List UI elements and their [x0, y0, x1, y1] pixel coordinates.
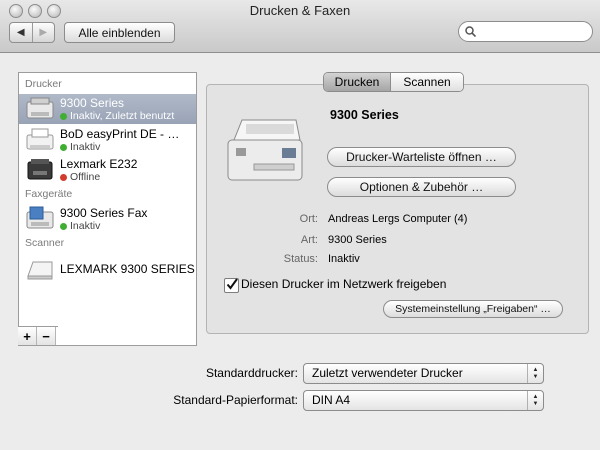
- list-item-lexmark-9300-series[interactable]: LEXMARK 9300 SERIES: [19, 254, 196, 284]
- selected-printer-name: 9300 Series: [330, 108, 399, 122]
- item-name: LEXMARK 9300 SERIES: [60, 262, 195, 276]
- remove-printer-button[interactable]: −: [37, 327, 56, 345]
- status-dot: [60, 173, 67, 181]
- item-name: Lexmark E232: [60, 157, 138, 171]
- popup-arrows-icon: ▲ ▼: [527, 364, 543, 383]
- section-header-printers: Drucker: [25, 78, 62, 90]
- printer-list: Drucker 9300 Series Inaktiv, Zuletzt ben…: [18, 72, 197, 346]
- share-printer-label[interactable]: Diesen Drucker im Netzwerk freigeben: [241, 277, 446, 291]
- tab-scan[interactable]: Scannen: [391, 73, 463, 91]
- open-print-queue-button[interactable]: Drucker-Warteliste öffnen …: [327, 147, 516, 167]
- location-label: Ort:: [299, 213, 318, 225]
- multifunction-printer-icon: [26, 97, 54, 119]
- laser-printer-icon: [27, 159, 53, 180]
- default-paper-popup[interactable]: DIN A4 ▲ ▼: [303, 390, 544, 411]
- default-printer-popup[interactable]: Zuletzt verwendeter Drucker ▲ ▼: [303, 363, 544, 384]
- back-button[interactable]: ◀: [10, 23, 33, 42]
- search-field[interactable]: [458, 21, 593, 42]
- status-dot: [60, 112, 67, 120]
- item-status: Inaktiv, Zuletzt benutzt: [60, 110, 174, 122]
- item-status-text: Inaktiv, Zuletzt benutzt: [70, 110, 175, 122]
- item-status-text: Offline: [70, 171, 101, 183]
- pdf-printer-icon: [26, 128, 54, 150]
- navigation-group: ◀ ▶: [9, 22, 55, 43]
- list-item-lexmark-e232[interactable]: Lexmark E232 Offline: [19, 155, 196, 185]
- printer-image: [227, 119, 303, 181]
- item-name: 9300 Series Fax: [60, 206, 148, 220]
- print-scan-tabs: Drucken Scannen: [323, 72, 464, 92]
- item-status: Inaktiv: [60, 220, 100, 232]
- status-dot: [60, 143, 67, 151]
- default-paper-value: DIN A4: [312, 393, 351, 407]
- show-all-button[interactable]: Alle einblenden: [64, 22, 175, 43]
- list-item-9300-series-fax[interactable]: 9300 Series Fax Inaktiv: [19, 204, 196, 234]
- add-printer-button[interactable]: +: [18, 327, 37, 345]
- status-dot: [60, 222, 67, 230]
- item-name: 9300 Series: [60, 96, 125, 110]
- forward-button[interactable]: ▶: [33, 23, 55, 42]
- tab-print[interactable]: Drucken: [324, 73, 391, 91]
- section-header-fax: Faxgeräte: [25, 188, 73, 200]
- list-footer: + −: [18, 326, 58, 345]
- window-title: Drucken & Faxen: [249, 3, 351, 18]
- default-printer-label: Standarddrucker:: [205, 366, 298, 380]
- status-value: Inaktiv: [328, 253, 360, 265]
- item-status-text: Inaktiv: [70, 220, 101, 232]
- options-supplies-button[interactable]: Optionen & Zubehör …: [327, 177, 516, 197]
- item-status: Offline: [60, 171, 100, 183]
- item-status: Inaktiv: [60, 141, 100, 153]
- item-status-text: Inaktiv: [70, 141, 101, 153]
- scanner-icon: [27, 261, 53, 280]
- default-paper-label: Standard-Papierformat:: [173, 393, 298, 407]
- kind-value: 9300 Series: [328, 234, 387, 246]
- popup-arrows-icon: ▲ ▼: [527, 391, 543, 410]
- list-item-9300-series[interactable]: 9300 Series Inaktiv, Zuletzt benutzt: [19, 94, 196, 124]
- default-printer-value: Zuletzt verwendeter Drucker: [312, 366, 463, 380]
- search-icon: [465, 26, 476, 37]
- location-value: Andreas Lergs Computer (4): [328, 213, 468, 225]
- checkmark-icon: [226, 278, 238, 290]
- item-name: BoD easyPrint DE - …: [60, 127, 180, 141]
- kind-label: Art:: [300, 234, 318, 246]
- fax-icon: [26, 206, 54, 229]
- section-header-scanner: Scanner: [25, 237, 65, 249]
- status-label: Status:: [283, 253, 318, 265]
- sharing-preferences-button[interactable]: Systemeinstellung „Freigaben“ …: [383, 300, 563, 318]
- share-printer-checkbox[interactable]: [224, 278, 239, 293]
- list-item-bod-easyprint[interactable]: BoD easyPrint DE - … Inaktiv: [19, 125, 196, 155]
